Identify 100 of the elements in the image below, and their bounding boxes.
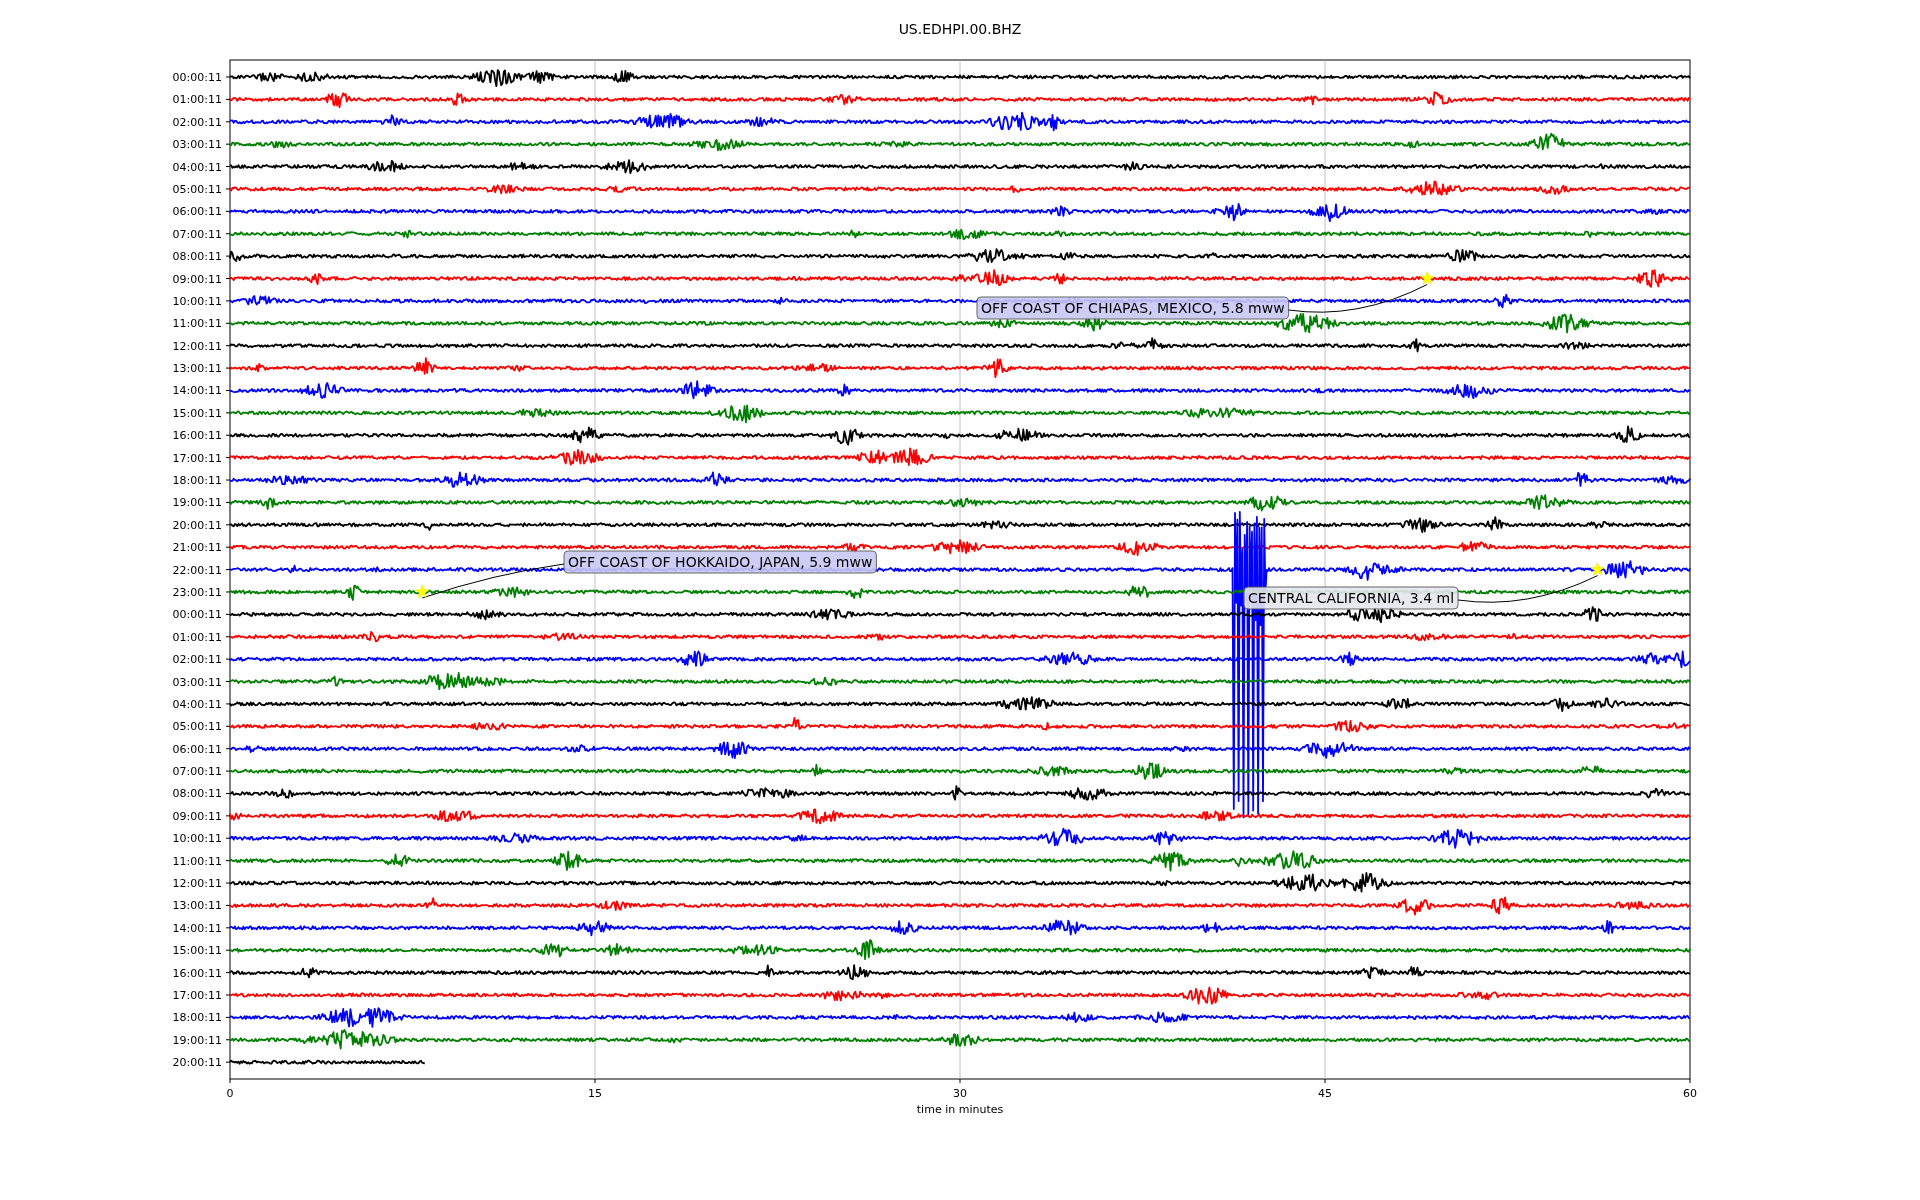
tick-mark [959,1078,961,1084]
y-tick-label: 02:00:11 [172,653,222,667]
annotation-label: OFF COAST OF CHIAPAS, MEXICO, 5.8 mww [976,296,1290,320]
x-tick-label: 60 [1683,1087,1697,1100]
tick-mark [225,658,231,660]
tick-mark [225,569,231,571]
y-tick-label: 14:00:11 [172,921,222,935]
y-tick-label: 15:00:11 [172,406,222,420]
y-tick-label: 09:00:11 [172,809,222,823]
tick-mark [225,882,231,884]
star-icon [415,584,430,598]
tick-mark [225,501,231,503]
tick-mark [225,837,231,839]
x-axis-label: time in minutes [916,1103,1004,1116]
tick-mark [225,389,231,391]
tick-mark [225,725,231,727]
tick-mark [225,927,231,929]
tick-mark [225,367,231,369]
tick-mark [225,322,231,324]
tick-mark [225,681,231,683]
tick-mark [225,636,231,638]
tick-mark [225,255,231,257]
annotation-label: OFF COAST OF HOKKAIDO, JAPAN, 5.9 mww [563,550,877,574]
y-tick-label: 08:00:11 [172,250,222,264]
x-tick-label: 45 [1318,1087,1332,1100]
y-tick-label: 00:00:11 [172,71,222,84]
y-tick-label: 03:00:11 [172,138,222,152]
tick-mark [225,524,231,526]
y-tick-label: 15:00:11 [172,944,222,958]
y-tick-label: 03:00:11 [172,675,222,689]
star-icon [1420,271,1435,285]
tick-mark [225,121,231,123]
y-tick-label: 17:00:11 [172,989,222,1002]
y-tick-label: 17:00:11 [172,451,222,465]
y-tick-label: 18:00:11 [172,1011,222,1025]
y-tick-label: 02:00:11 [172,115,222,129]
tick-mark [225,748,231,750]
annotation-label: CENTRAL CALIFORNIA, 3.4 ml [1243,586,1459,610]
y-tick-label: 09:00:11 [172,272,222,286]
y-tick-label: 12:00:11 [172,877,222,891]
y-tick-label: 12:00:11 [172,339,222,353]
y-tick-label: 14:00:11 [172,384,222,398]
tick-mark [1689,1078,1691,1084]
y-tick-label: 19:00:11 [172,496,222,510]
tick-mark [594,1078,596,1084]
y-tick-label: 04:00:11 [172,160,222,174]
y-tick-label: 20:00:11 [172,1056,222,1070]
y-tick-label: 13:00:11 [172,899,222,913]
tick-mark [225,904,231,906]
y-tick-label: 21:00:11 [172,541,222,555]
y-tick-label: 13:00:11 [172,362,222,376]
y-tick-label: 16:00:11 [172,966,222,980]
tick-mark [225,613,231,615]
tick-mark [225,188,231,190]
tick-mark [225,770,231,772]
tick-mark [225,994,231,996]
y-tick-label: 19:00:11 [172,1033,222,1047]
tick-mark [225,546,231,548]
y-tick-label: 10:00:11 [172,832,222,846]
tick-mark [225,210,231,212]
tick-mark [225,949,231,951]
y-tick-label: 23:00:11 [172,585,222,599]
tick-mark [225,815,231,817]
y-tick-label: 06:00:11 [172,742,222,756]
tick-mark [225,434,231,436]
x-tick-label: 30 [953,1087,967,1100]
y-tick-label: 05:00:11 [172,720,222,734]
y-tick-label: 05:00:11 [172,182,222,196]
y-tick-label: 16:00:11 [172,429,222,443]
x-tick-label: 0 [226,1087,234,1100]
tick-mark [225,98,231,100]
tick-mark [225,1016,231,1018]
tick-mark [225,300,231,302]
tick-mark [225,457,231,459]
tick-mark [225,233,231,235]
y-tick-label: 22:00:11 [172,563,222,577]
y-tick-label: 08:00:11 [172,787,222,801]
y-tick-label: 04:00:11 [172,697,222,711]
tick-mark [225,1039,231,1041]
y-tick-label: 07:00:11 [172,765,222,779]
y-tick-label: 11:00:11 [172,854,222,868]
plot-title: US.EDHPI.00.BHZ [898,21,1022,37]
tick-mark [229,1078,231,1084]
tick-mark [225,479,231,481]
tick-mark [225,278,231,279]
y-tick-label: 00:00:11 [172,608,222,622]
x-tick-label: 15 [588,1087,602,1100]
y-tick-label: 06:00:11 [172,205,222,219]
y-tick-label: 10:00:11 [172,294,222,308]
tick-mark [225,412,231,414]
tick-mark [225,860,231,862]
tick-mark [225,1061,231,1063]
y-tick-label: 11:00:11 [172,317,222,331]
star-icon [1590,562,1605,576]
tick-mark [225,166,231,168]
tick-mark [1324,1078,1326,1084]
y-tick-label: 20:00:11 [172,518,222,532]
tick-mark [225,972,231,974]
tick-mark [225,793,231,794]
tick-mark [225,76,231,78]
